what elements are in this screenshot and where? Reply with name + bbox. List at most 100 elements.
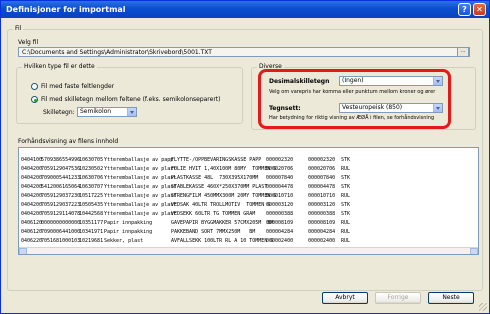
preview-cell: 000002320 bbox=[266, 157, 294, 163]
preview-cell: AVFALLSEKK 100LTR RL A 10 TOMMEN G bbox=[171, 238, 274, 244]
preview-cell: 000000388 bbox=[308, 211, 336, 217]
preview-cell: PAKKEBAND SORT 7MMX250M BM bbox=[171, 229, 256, 235]
preview-cell: 5412006165064 bbox=[41, 184, 81, 190]
preview-cell: 0406120 bbox=[21, 220, 43, 226]
preview-cell: 000010710 bbox=[266, 193, 294, 199]
file-type-legend: Hvilken type fil er dette bbox=[22, 63, 97, 70]
preview-cell: 10630707 bbox=[79, 184, 104, 190]
preview-cell: 10219681 bbox=[79, 238, 104, 244]
preview-cell: STK bbox=[341, 157, 351, 163]
preview-cell: Ytteremballasje av plast bbox=[104, 166, 177, 172]
preview-cell: 000008109 bbox=[266, 220, 294, 226]
preview-cell: 000004478 bbox=[308, 184, 336, 190]
delimited-radio[interactable] bbox=[31, 96, 38, 103]
preview-cell: 000007840 bbox=[266, 175, 294, 181]
window-title: Definisjoner for importmal bbox=[6, 5, 126, 14]
file-path-field[interactable]: C:\Documents and Settings\Administrator\… bbox=[18, 47, 470, 57]
preview-cell: 10517225 bbox=[79, 193, 104, 199]
preview-cell: Ytteremballasje av papp bbox=[104, 157, 174, 163]
previous-button[interactable]: Forrige bbox=[375, 292, 421, 304]
preview-row: 0406120 0000000000000 10351177 Papir innpak… bbox=[21, 219, 476, 228]
chevron-down-icon[interactable] bbox=[433, 104, 442, 112]
preview-cell: 7059129047536 bbox=[41, 166, 81, 172]
preview-cell: STK bbox=[341, 202, 351, 208]
preview-cell: STRENGFILM 450MMX300M 20MY TOMMEN G bbox=[171, 193, 277, 199]
delimiter-value: Semikolon bbox=[80, 108, 112, 115]
chevron-down-icon[interactable] bbox=[127, 108, 136, 116]
preview-row: 0404200 7059129037223 10505435 Ytteremballa… bbox=[21, 201, 476, 210]
preview-cell: Ytteremballasje av plast bbox=[104, 202, 177, 208]
preview-cell: 000000388 bbox=[266, 211, 294, 217]
preview-row: 0406220 7051681000103 10219681 Sekker, plas… bbox=[21, 237, 476, 246]
charset-hint: Har betydning for riktig visning av ÆØÅ … bbox=[269, 115, 435, 121]
preview-cell: 7059129037230 bbox=[41, 193, 81, 199]
delimiter-label: Skilletegn: bbox=[43, 109, 75, 116]
preview-cell: 0404200 bbox=[21, 184, 43, 190]
preview-cell: FOLIE HVIT 1,40X100M 80MY TOMMEN G bbox=[171, 166, 277, 172]
fixed-width-label[interactable]: Fil med faste feltlengder bbox=[41, 83, 114, 90]
horizontal-scrollbar[interactable] bbox=[19, 247, 478, 254]
decimal-value: (Ingen) bbox=[342, 77, 364, 84]
preview-cell: STK bbox=[341, 175, 351, 181]
preview-cell: 000002400 bbox=[266, 238, 294, 244]
preview-row: 0404200 7059129114078 10442568 Ytteremballa… bbox=[21, 210, 476, 219]
preview-cell: 000010710 bbox=[308, 193, 336, 199]
preview-cell: 7059129114078 bbox=[41, 211, 81, 217]
preview-cell: RUL bbox=[341, 166, 351, 172]
preview-cell: 10630705 bbox=[79, 157, 104, 163]
preview-cell: 7051681000103 bbox=[41, 238, 81, 244]
preview-cell: 10230502 bbox=[79, 166, 104, 172]
preview-cell: STK bbox=[341, 184, 351, 190]
preview-cell: 000003120 bbox=[308, 202, 336, 208]
preview-cell: 000004284 bbox=[266, 229, 294, 235]
preview-area[interactable]: 0404100 5709386554996 10630705 Ytteremballa… bbox=[18, 147, 479, 255]
preview-cell: 10630706 bbox=[79, 175, 104, 181]
scroll-left-button[interactable] bbox=[19, 248, 27, 254]
preview-cell: STK bbox=[341, 211, 351, 217]
preview-cell: 000002320 bbox=[308, 157, 336, 163]
preview-cell: 000020706 bbox=[308, 166, 336, 172]
decimal-separator-select[interactable]: (Ingen) bbox=[339, 76, 443, 86]
preview-cell: 000004284 bbox=[308, 229, 336, 235]
preview-cell: GAVEPAPIR BYGGMAKKER 57CMX205M BM bbox=[171, 220, 274, 226]
preview-cell: RUL bbox=[341, 193, 351, 199]
preview-cell: 000008109 bbox=[308, 220, 336, 226]
preview-cell: Ytteremballasje av plast bbox=[104, 211, 177, 217]
charset-select[interactable]: Vesteuropeisk (850) bbox=[339, 103, 443, 113]
title-bar: Definisjoner for importmal bbox=[1, 1, 489, 18]
preview-cell: VEDSEKK 60LTR TG TOMMEN GRAM bbox=[171, 211, 256, 217]
help-icon[interactable]: ? bbox=[458, 3, 471, 16]
preview-row: 0404200 7059129047536 10230502 Ytteremballa… bbox=[21, 165, 476, 174]
import-definition-dialog: Definisjoner for importmal ? ✕ Fil Velg … bbox=[0, 0, 490, 314]
decimal-label: Desimalskilletegn bbox=[269, 78, 330, 85]
chevron-down-icon[interactable] bbox=[433, 77, 442, 85]
preview-cell: RUL bbox=[341, 229, 351, 235]
preview-cell: 0404100 bbox=[21, 157, 43, 163]
scroll-right-button[interactable] bbox=[470, 248, 478, 254]
preview-cell: 000007840 bbox=[308, 175, 336, 181]
preview-cell: Ytteremballasje av plast bbox=[104, 184, 177, 190]
fixed-width-radio[interactable] bbox=[31, 83, 38, 90]
cancel-button[interactable]: Avbryt bbox=[322, 292, 368, 304]
delimiter-select[interactable]: Semikolon bbox=[77, 107, 137, 117]
select-file-label: Velg fil bbox=[18, 39, 39, 46]
delimited-label[interactable]: Fil med skilletegn mellom feltene (f.eks… bbox=[41, 96, 221, 103]
preview-row: 0404100 5709386554996 10630705 Ytteremballa… bbox=[21, 156, 476, 165]
preview-cell: 0404200 bbox=[21, 202, 43, 208]
close-icon[interactable]: ✕ bbox=[473, 3, 486, 16]
decimal-hint: Velg om varepris har komma eller punktum… bbox=[269, 89, 436, 95]
preview-cell: RUL bbox=[341, 238, 351, 244]
preview-cell: 7059129037223 bbox=[41, 202, 81, 208]
resize-grip[interactable] bbox=[479, 303, 487, 311]
preview-cell: 000002400 bbox=[308, 238, 336, 244]
preview-cell: Sekker, plast bbox=[104, 238, 144, 244]
preview-cell: RUL bbox=[341, 220, 351, 226]
preview-cell: 10442568 bbox=[79, 211, 104, 217]
preview-cell: PLASTKASSE 48L 730X395X170MM bbox=[171, 175, 259, 181]
file-group-legend: Fil bbox=[13, 25, 24, 32]
preview-cell: 0404200 bbox=[21, 175, 43, 181]
browse-button[interactable]: ... bbox=[457, 47, 469, 57]
preview-cell: 5709386554996 bbox=[41, 157, 81, 163]
next-button[interactable]: Neste bbox=[428, 292, 474, 304]
preview-cell: FLYTTE-/OPPBEVARINGSKASSE PAPP bbox=[171, 157, 262, 163]
